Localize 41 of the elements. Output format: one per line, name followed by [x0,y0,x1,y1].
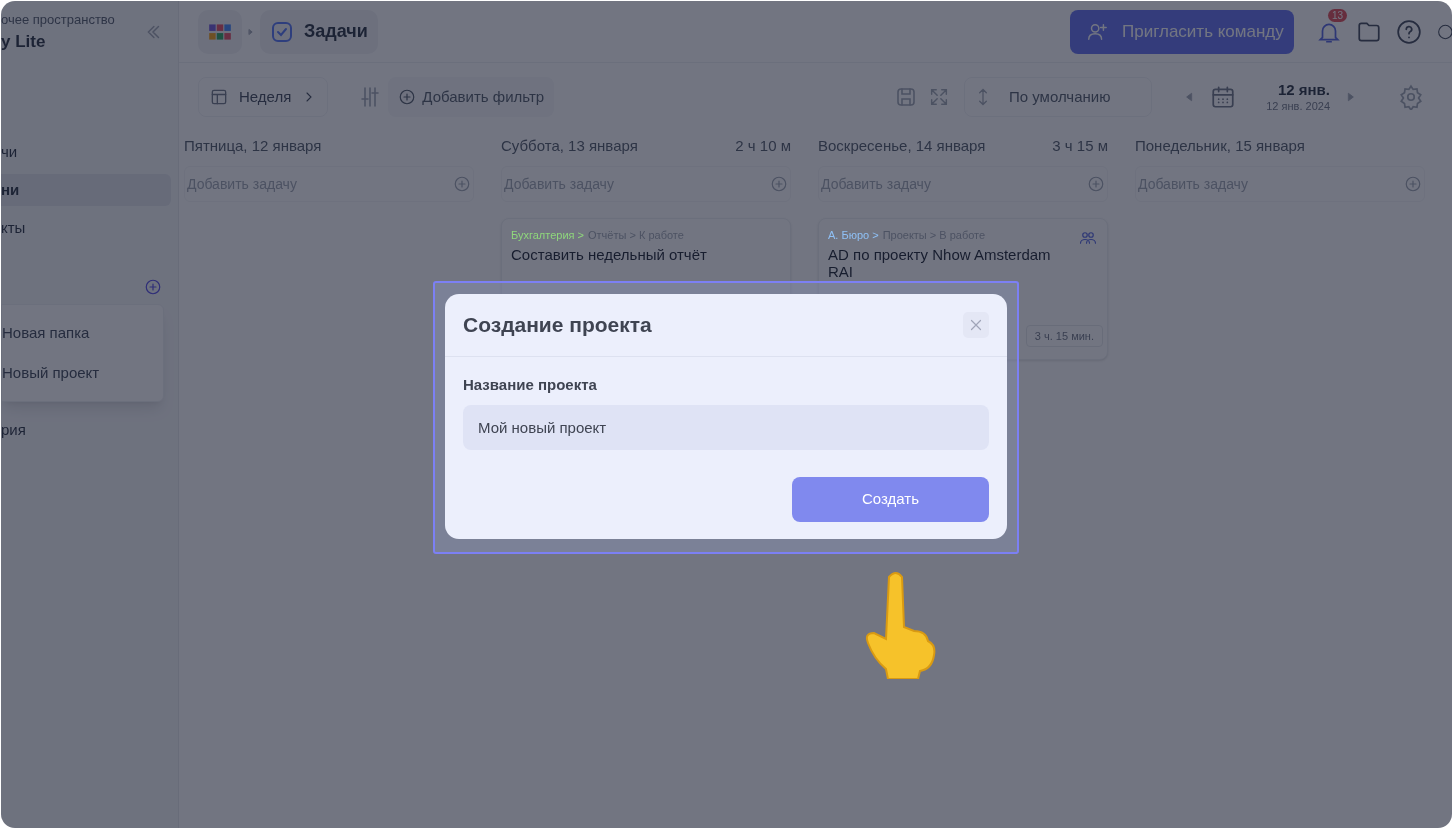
apps-button[interactable] [198,9,242,54]
task-title: AD по проекту Nhow Amsterdam RAI [828,245,1052,280]
workspace-name: y Lite [1,31,47,53]
project-breadcrumb: Бухгалтерия > [511,228,584,243]
sidebar-item[interactable]: ни [1,174,171,206]
sidebar-item[interactable]: кты [1,212,171,244]
table-icon [209,87,229,107]
column-total: 3 ч 15 м [1052,135,1108,156]
create-button[interactable]: Создать [792,477,989,522]
task-title: Составить недельный отчёт [511,245,708,263]
column-title: Понедельник, 15 января [1135,135,1305,156]
project-breadcrumb: А. Бюро > [828,228,879,243]
calendar-icon [1210,84,1236,110]
sidebar-item[interactable]: чи [1,136,171,168]
project-name-field[interactable]: Мой новый проект [463,405,989,450]
expand-icon [928,86,950,108]
help-icon [1396,18,1422,45]
sidebar-item[interactable]: рия [1,420,178,440]
close-button[interactable] [963,312,989,338]
add-icon [1087,175,1105,193]
breadcrumb-tab[interactable]: Задачи [260,9,378,54]
add-icon [144,278,162,296]
add-icon [1404,175,1422,193]
sort-selector[interactable]: По умолчанию [964,77,1152,117]
column-title: Воскресенье, 14 января [818,135,986,156]
workspace-label: очее пространство [1,12,115,28]
add-icon [453,175,471,193]
column-total: 2 ч 10 м [735,135,791,156]
checkbox-icon [270,19,294,44]
date-label: 12 янв. [1277,81,1330,99]
column-title: Пятница, 12 января [184,135,322,156]
save-icon [894,85,918,109]
notification-badge: 13 [1328,8,1348,22]
settings-icon [1398,84,1424,110]
field-label: Название проекта [463,376,598,394]
menu-item[interactable]: Новая папка [2,313,163,353]
add-icon [770,175,788,193]
menu-item[interactable]: Новый проект [2,353,163,393]
view-selector[interactable]: Неделя [198,77,329,117]
add-icon [398,88,417,106]
column-title: Суббота, 13 января [501,135,638,156]
